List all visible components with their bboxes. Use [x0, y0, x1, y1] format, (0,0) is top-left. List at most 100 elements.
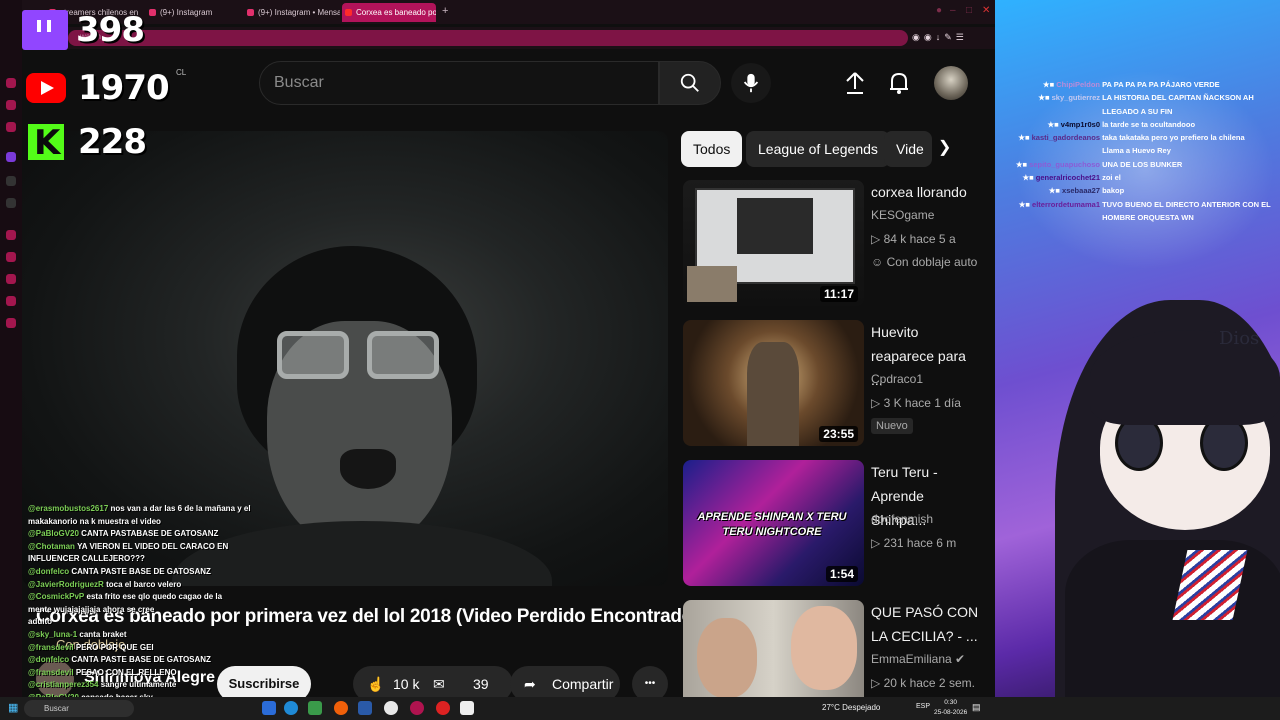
recommendation-channel[interactable]: doofenmish [871, 512, 933, 526]
tab-instagram-messages[interactable]: (9+) Instagram • Mensajes [244, 3, 340, 22]
clock[interactable]: 0:30 25-08-2026 [934, 698, 967, 718]
obs-icon[interactable] [460, 701, 474, 715]
notification-center-icon[interactable]: ▤ [972, 702, 981, 713]
thumbnail-text: APRENDE SHINPAN X TERU TERU NIGHTCORE [697, 511, 847, 538]
app-icon[interactable] [308, 701, 322, 715]
sidebar-app-icon[interactable] [6, 230, 16, 240]
share-button[interactable]: ➦ Compartir [510, 666, 620, 697]
chat-message: adulto [28, 616, 298, 629]
right-chat-overlay: ★■ ChipiPeldon PA PA PA PA PA PÁJARO VER… [1005, 78, 1275, 224]
chat-badge-icon: ★■ [1018, 199, 1033, 209]
chat-message: @JavierRodriguezR toca el barco velero [28, 579, 298, 592]
account-avatar[interactable] [934, 66, 968, 100]
chat-username: @sky_luna-1 [28, 629, 78, 639]
recommendation-title[interactable]: QUE PASÓ CON LA CECILIA? - ... [871, 600, 981, 648]
recommendation-channel[interactable]: EmmaEmiliana ✔ [871, 652, 965, 666]
app-icon[interactable] [262, 701, 276, 715]
chat-text: toca el barco velero [106, 579, 182, 589]
thumbnail-face [791, 606, 857, 690]
thumbnail-face [697, 618, 757, 697]
recommendation-item[interactable]: APRENDE SHINPAN X TERU TERU NIGHTCORE 1:… [683, 460, 983, 594]
sidebar-app-icon[interactable] [6, 274, 16, 284]
chat-text: CANTA PASTABASE DE GATOSANZ [81, 529, 219, 539]
tab-youtube-active[interactable]: Corxea es baneado por pr [342, 3, 436, 22]
video-thumbnail[interactable]: 11:17 [683, 180, 864, 306]
sidebar-app-icon[interactable] [6, 100, 16, 110]
chat-text: canta braket [79, 629, 127, 639]
chat-username: ★■ sepito_guapuchoso [1005, 158, 1100, 171]
thumbnail-window [737, 198, 813, 254]
recommendation-meta: ▷ 3 K hace 1 día [871, 396, 961, 410]
video-thumbnail[interactable]: APRENDE SHINPAN X TERU TERU NIGHTCORE 1:… [683, 460, 864, 586]
minimize-icon[interactable]: – [950, 5, 956, 16]
chat-username-text: kasti_gadordeanos [1031, 133, 1100, 143]
language-indicator[interactable]: ESP [916, 703, 930, 710]
chip-todos[interactable]: Todos [681, 131, 743, 167]
firefox-icon[interactable] [334, 701, 348, 715]
thumbs-up-icon[interactable]: ☝ [367, 666, 384, 697]
chat-text: bakop [1102, 186, 1125, 196]
twitch-count: 398 [76, 10, 145, 50]
chat-text: INFLUENCER CALLEJERO??? [28, 554, 145, 564]
sidebar-app-icon[interactable] [6, 252, 16, 262]
url-field[interactable] [68, 30, 908, 46]
chat-message: @cristianperez354 sangre ultimamente [28, 679, 298, 692]
sidebar-app-icon[interactable] [6, 176, 16, 186]
recommendation-channel[interactable]: KESOgame [871, 208, 934, 222]
weather-widget[interactable]: 27°C Despejado [822, 703, 880, 712]
windows-start-icon[interactable]: ▦ [8, 701, 18, 714]
close-icon[interactable]: ✕ [982, 5, 990, 16]
chat-message: ★■ elterrordetumama1 TUVO BUENO EL DIREC… [1005, 198, 1275, 211]
twitch-sidebar-icon[interactable] [6, 152, 16, 162]
recommendation-item[interactable]: 11:17 corxea llorando KESOgame ▷ 84 k ha… [683, 180, 983, 314]
video-thumbnail[interactable] [683, 600, 864, 697]
address-bar: watch ◉◉↓✎☰ [0, 27, 995, 49]
edge-icon[interactable] [284, 701, 298, 715]
like-count[interactable]: 10 k [393, 666, 419, 697]
chip-league-of-legends[interactable]: League of Legends [746, 131, 890, 167]
maximize-icon[interactable]: □ [966, 5, 972, 16]
video-thumbnail[interactable]: 23:55 [683, 320, 864, 446]
chat-badge-icon: ★■ [1038, 93, 1052, 103]
chevron-right-icon[interactable]: ❯ [938, 137, 951, 157]
notifications-button[interactable] [885, 68, 913, 98]
recommendation-item[interactable]: QUE PASÓ CON LA CECILIA? - ... EmmaEmili… [683, 600, 983, 697]
video-duration: 11:17 [819, 286, 858, 302]
recommendation-channel[interactable]: Cpdraco1 [871, 372, 923, 386]
chat-text: LA HISTORIA DEL CAPITAN ÑACKSON AH [1102, 93, 1254, 103]
chrome-icon[interactable] [384, 701, 398, 715]
search-input[interactable]: Buscar [259, 61, 659, 105]
chat-message: @donfelco CANTA PASTE BASE DE GATOSANZ [28, 566, 298, 579]
search-placeholder: Buscar [274, 74, 324, 91]
chip-video[interactable]: Vide [884, 131, 932, 167]
tab-label: (9+) Instagram [160, 8, 213, 17]
sidebar-app-icon[interactable] [6, 318, 16, 328]
recommendation-meta: ▷ 231 hace 6 m [871, 536, 957, 550]
new-tab-button[interactable]: + [442, 5, 448, 17]
sidebar-app-icon[interactable] [6, 122, 16, 132]
sidebar-app-icon[interactable] [6, 296, 16, 306]
toolbar-icons[interactable]: ◉◉↓✎☰ [912, 32, 968, 43]
sidebar-app-icon[interactable] [6, 78, 16, 88]
tab-instagram[interactable]: (9+) Instagram [146, 3, 238, 22]
chat-text: makakanorio na k muestra el video [28, 516, 161, 526]
voice-search-button[interactable] [731, 63, 771, 103]
chat-text: LLEGADO A SU FIN [1102, 106, 1173, 116]
search-tabs-icon[interactable]: ● [936, 5, 942, 16]
recommendation-title[interactable]: corxea llorando [871, 180, 981, 204]
comment-icon[interactable]: ✉ [433, 666, 445, 697]
search-button[interactable] [659, 61, 721, 105]
taskbar-search[interactable]: Buscar [24, 700, 134, 717]
x-icon[interactable] [6, 198, 16, 208]
upload-button[interactable] [841, 68, 869, 98]
chat-text: nos van a dar las 6 de la mañana y el [110, 504, 251, 513]
app-icon[interactable] [358, 701, 372, 715]
more-actions-button[interactable]: ••• [632, 666, 668, 697]
comment-count[interactable]: 39 [473, 666, 489, 697]
browser-app-icon[interactable] [410, 701, 424, 715]
region-tag: CL [176, 68, 187, 77]
verified-icon: ✔ [955, 652, 966, 666]
opera-icon[interactable] [436, 701, 450, 715]
recommendation-item[interactable]: 23:55 Huevito reaparece para ... Cpdraco… [683, 320, 983, 454]
video-frame-glasses [277, 331, 349, 379]
